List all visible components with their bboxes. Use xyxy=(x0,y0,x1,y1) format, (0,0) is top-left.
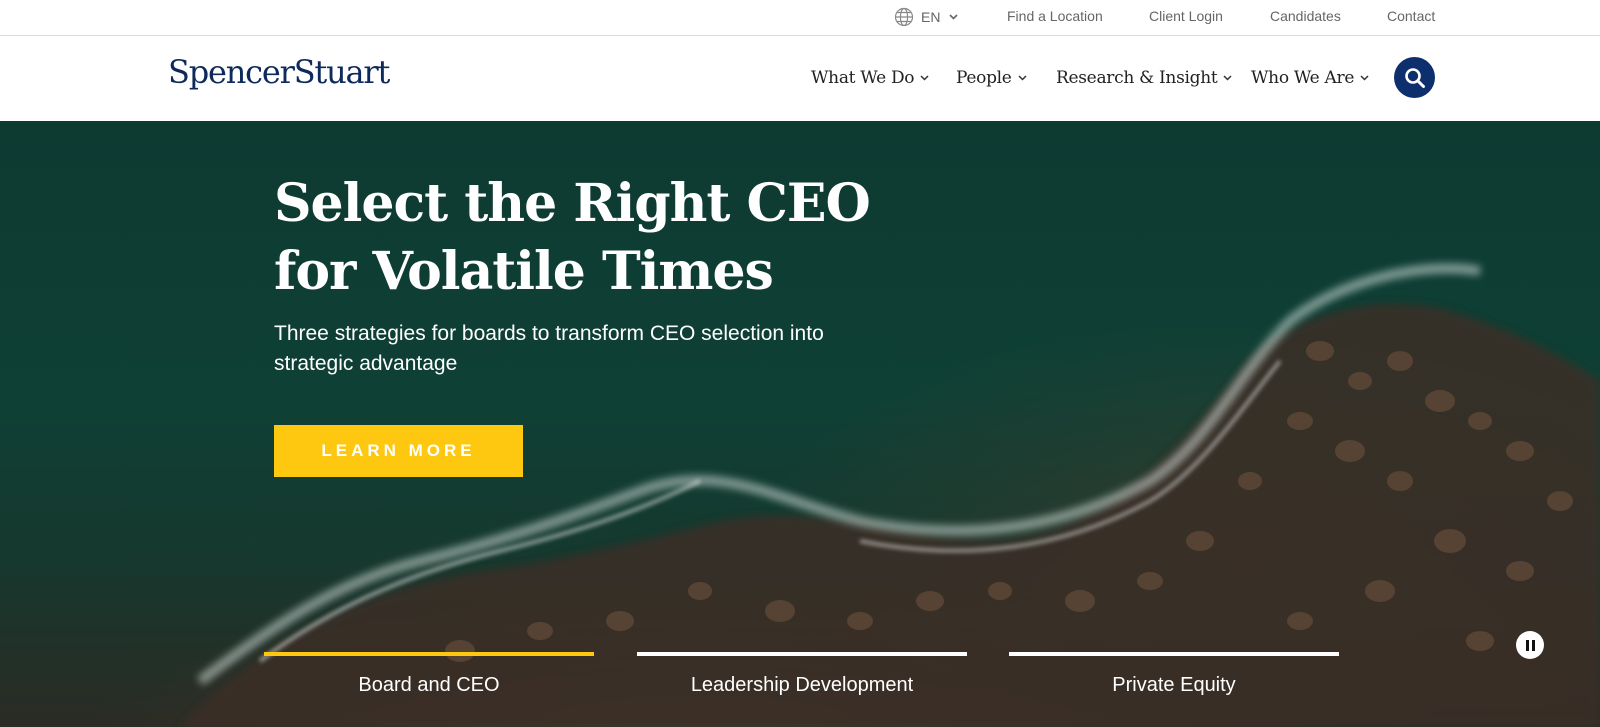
contact-link[interactable]: Contact xyxy=(1387,8,1435,24)
hero-banner: Select the Right CEO for Volatile Times … xyxy=(0,121,1600,727)
hero-subtitle: Three strategies for boards to transform… xyxy=(274,322,824,375)
nav-label: Research & Insight xyxy=(1056,68,1218,88)
hero-title: Select the Right CEO for Volatile Times xyxy=(274,173,871,302)
tab-label: Private Equity xyxy=(1112,674,1236,696)
tab-indicator xyxy=(637,652,967,656)
learn-more-button[interactable]: LEARN MORE xyxy=(274,425,523,477)
tab-board-and-ceo[interactable]: Board and CEO xyxy=(264,652,594,727)
tab-label: Board and CEO xyxy=(358,674,500,696)
tab-indicator xyxy=(264,652,594,656)
pause-icon xyxy=(1525,639,1529,651)
find-location-link[interactable]: Find a Location xyxy=(1007,8,1103,24)
nav-label: People xyxy=(956,68,1012,88)
globe-icon xyxy=(894,7,914,27)
nav-label: What We Do xyxy=(811,68,915,88)
nav-what-we-do[interactable]: What We Do xyxy=(811,68,929,88)
nav-who-we-are[interactable]: Who We Are xyxy=(1251,68,1369,88)
utility-bar: EN Find a Location Client Login Candidat… xyxy=(0,0,1600,36)
chevron-down-icon xyxy=(920,75,929,81)
nav-label: Who We Are xyxy=(1251,68,1355,88)
chevron-down-icon xyxy=(1223,75,1232,81)
client-login-link[interactable]: Client Login xyxy=(1149,8,1223,24)
tab-leadership-development[interactable]: Leadership Development xyxy=(637,652,967,727)
chevron-down-icon xyxy=(949,14,959,20)
search-icon xyxy=(1404,67,1425,88)
language-selector[interactable]: EN xyxy=(894,5,965,29)
pause-button[interactable] xyxy=(1516,631,1544,659)
tab-label: Leadership Development xyxy=(690,674,914,696)
chevron-down-icon xyxy=(1360,75,1369,81)
nav-research-insight[interactable]: Research & Insight xyxy=(1056,68,1232,88)
tab-private-equity[interactable]: Private Equity xyxy=(1009,652,1339,727)
chevron-down-icon xyxy=(1018,75,1027,81)
nav-people[interactable]: People xyxy=(956,68,1027,88)
search-button[interactable] xyxy=(1394,57,1435,98)
pause-icon xyxy=(1531,639,1535,651)
candidates-link[interactable]: Candidates xyxy=(1270,8,1341,24)
main-header: SpencerStuart What We Do People Research… xyxy=(0,36,1600,121)
tab-indicator xyxy=(1009,652,1339,656)
logo[interactable]: SpencerStuart xyxy=(168,53,390,91)
language-label: EN xyxy=(921,9,941,25)
